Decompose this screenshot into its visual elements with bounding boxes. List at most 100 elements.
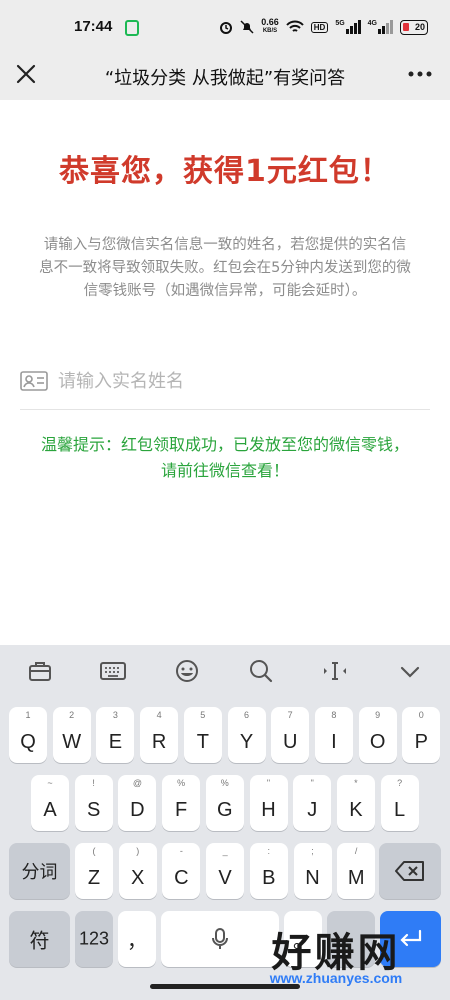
key-y-label: Y [239, 731, 254, 753]
key-w-label: W [62, 731, 82, 753]
congrats-headline: 恭喜您，获得1元红包！ [59, 154, 391, 189]
key-z-label: Z [87, 867, 101, 889]
comma-key-label: ， [127, 930, 147, 953]
key-v[interactable]: _ V [206, 843, 245, 899]
key-f[interactable]: % F [162, 775, 201, 831]
key-j-secondary: " [310, 778, 314, 788]
status-bar: 17:44 0.66 KB/S HD 5G 4G 20 [0, 0, 450, 52]
key-m[interactable]: / M [337, 843, 376, 899]
enter-icon [400, 929, 422, 947]
close-icon[interactable] [14, 62, 38, 86]
segment-key[interactable]: 分词 [9, 843, 70, 899]
key-b[interactable]: :B [249, 843, 288, 899]
key-l-label: L [394, 799, 406, 821]
key-k[interactable]: * K [336, 775, 375, 831]
key-n-secondary: ; [311, 846, 314, 856]
search-icon[interactable] [246, 657, 276, 685]
backspace-icon [395, 861, 424, 881]
key-q[interactable]: 1Q [9, 707, 47, 763]
page-content: 恭喜您，获得1元红包！ 请输入与您微信实名信息一致的姓名，若您提供的实名信息不一… [0, 100, 450, 645]
key-g-secondary: % [220, 778, 229, 788]
key-h-secondary: " [266, 778, 271, 788]
key-w[interactable]: 2W [52, 707, 91, 763]
key-z[interactable]: (Z [75, 843, 113, 899]
key-t[interactable]: 5T [183, 707, 222, 763]
key-w-secondary: 2 [69, 710, 75, 720]
key-n[interactable]: ; N [293, 843, 332, 899]
cursor-icon[interactable] [320, 657, 350, 685]
status-time: 17:44 [74, 18, 113, 35]
key-p[interactable]: 0P [402, 707, 441, 763]
mute-icon [240, 20, 254, 34]
key-j[interactable]: " J [293, 775, 332, 831]
key-m-secondary: / [354, 846, 358, 856]
title-bar: “垃圾分类 从我做起”有奖问答 [0, 52, 450, 100]
period-key-label: 。 [293, 930, 313, 953]
key-c[interactable]: -C [162, 843, 201, 899]
keyboard-icon[interactable] [98, 657, 128, 685]
symbols-key-label: 符 [29, 930, 50, 953]
key-q-secondary: 1 [25, 710, 31, 720]
key-c-secondary: - [179, 846, 183, 856]
name-field-row [20, 358, 430, 410]
keyboard-toolbar [0, 645, 450, 697]
key-e[interactable]: 3E [96, 707, 135, 763]
key-u-secondary: 7 [287, 710, 293, 720]
key-d[interactable]: @ D [118, 775, 157, 831]
key-y[interactable]: 6Y [227, 707, 266, 763]
key-c-label: C [174, 867, 189, 889]
key-t-label: T [196, 731, 209, 753]
id-card-icon [20, 371, 48, 391]
key-x-secondary: ) [136, 846, 140, 856]
backspace-key[interactable] [379, 843, 441, 899]
key-a[interactable]: ~ A [31, 775, 69, 831]
space-key[interactable] [161, 911, 279, 967]
key-l-secondary: ? [397, 778, 403, 788]
period-key[interactable]: 。 [284, 911, 322, 967]
key-r-secondary: 4 [156, 710, 162, 720]
key-p-label: P [414, 731, 428, 753]
key-i-secondary: 8 [331, 710, 337, 720]
key-h[interactable]: " H [249, 775, 288, 831]
briefcase-icon[interactable] [25, 657, 55, 685]
signal-4g: 4G [368, 20, 393, 34]
key-y-secondary: 6 [243, 710, 249, 720]
collapse-icon[interactable] [395, 657, 425, 685]
key-l[interactable]: ? L [380, 775, 419, 831]
key-r[interactable]: 4R [140, 707, 179, 763]
wifi-icon [286, 20, 304, 32]
key-s-label: S [87, 799, 101, 821]
app-notification-icon [125, 20, 139, 36]
key-s[interactable]: ! S [74, 775, 113, 831]
key-j-label: J [307, 799, 318, 821]
key-s-secondary: ! [92, 778, 95, 788]
key-k-label: K [349, 799, 363, 821]
alarm-icon [220, 22, 233, 34]
key-i[interactable]: 8I [314, 707, 353, 763]
key-u-label: U [282, 731, 298, 753]
key-m-label: M [347, 867, 365, 889]
signal-5g: 5G [335, 20, 361, 34]
key-e-secondary: 3 [112, 710, 118, 720]
key-f-label: F [174, 799, 188, 821]
emoji-icon[interactable] [172, 657, 202, 685]
key-u[interactable]: 7U [271, 707, 310, 763]
numbers-key-label: 123 [78, 928, 110, 949]
key-z-secondary: ( [92, 846, 96, 856]
more-icon[interactable] [406, 62, 434, 86]
key-o-label: O [369, 731, 386, 753]
key-x-label: X [131, 867, 145, 889]
language-key[interactable] [327, 911, 375, 967]
net-speed-value: 0.66 [261, 17, 279, 27]
symbols-key[interactable]: 符 [9, 911, 70, 967]
net-speed: 0.66 KB/S [261, 18, 279, 36]
key-g[interactable]: % G [205, 775, 244, 831]
key-x[interactable]: ) X [118, 843, 157, 899]
battery-level: 20 [414, 21, 425, 32]
numbers-key[interactable]: 123 [75, 911, 113, 967]
key-o[interactable]: 9O [358, 707, 397, 763]
enter-key[interactable] [380, 911, 441, 967]
real-name-input[interactable] [58, 366, 418, 396]
key-v-label: V [218, 867, 232, 889]
comma-key[interactable]: ， [118, 911, 156, 967]
